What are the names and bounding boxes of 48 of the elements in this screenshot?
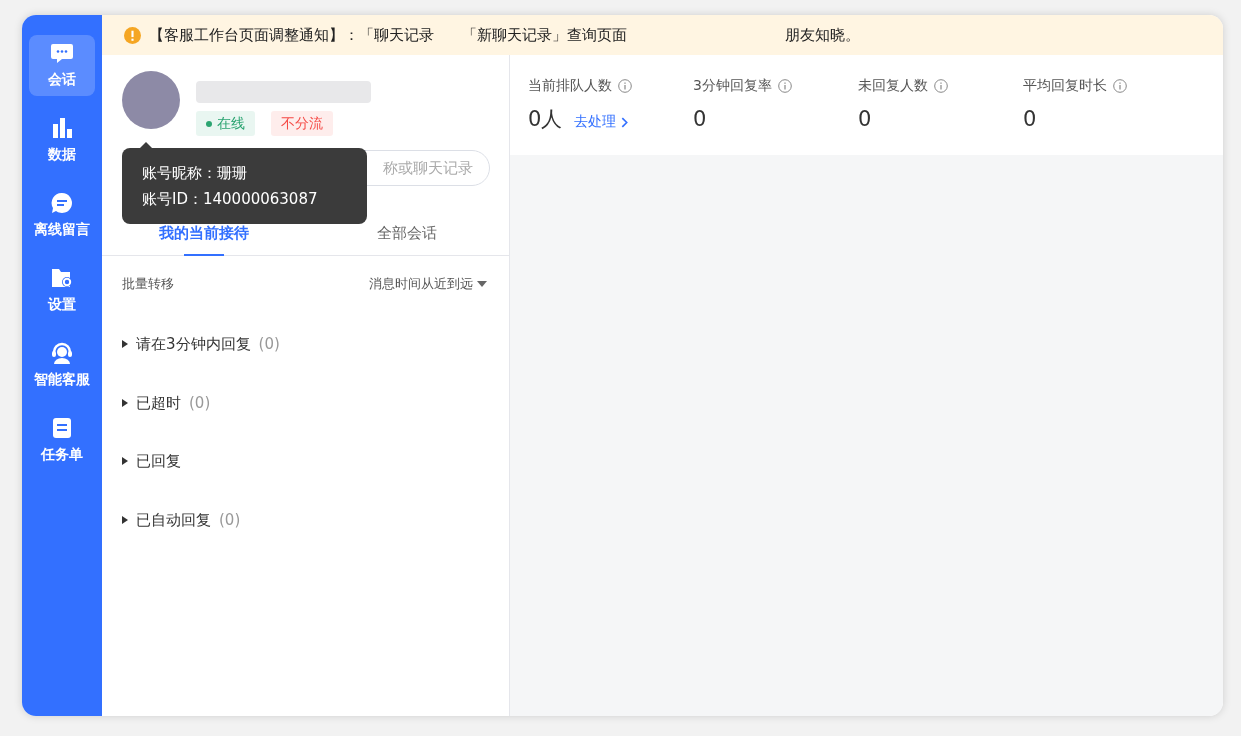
bar-chart-icon <box>50 116 74 140</box>
tooltip-text: 账号ID：140000063087 <box>142 189 319 210</box>
stat-label: 未回复人数 <box>858 76 928 95</box>
info-icon <box>1113 78 1127 93</box>
avatar <box>122 71 180 129</box>
tab[interactable]: 全部会话 <box>305 222 509 255</box>
group-header[interactable]: 请在3分钟内回复 (0) <box>102 333 509 356</box>
sidebar-item[interactable]: 离线留言 <box>29 185 95 246</box>
notice-text: 【客服工作台页面调整通知】：「聊天记录 <box>149 24 434 46</box>
sidebar-item[interactable]: 数据 <box>29 110 95 171</box>
tab[interactable]: 我的当前接待 <box>102 222 306 255</box>
stat-value: 0 <box>693 106 707 133</box>
stat-label: 当前排队人数 <box>528 76 612 95</box>
caret-icon <box>122 398 128 407</box>
stat-label: 3分钟回复率 <box>693 76 772 95</box>
sidebar-item[interactable]: 任务单 <box>29 410 95 471</box>
folder-gear-icon <box>50 266 74 290</box>
info-icon <box>618 78 632 93</box>
sort-dropdown[interactable]: 消息时间从近到远 <box>368 273 487 293</box>
batch-transfer-link[interactable]: 批量转移 <box>122 273 174 293</box>
stat-label: 平均回复时长 <box>1023 76 1107 95</box>
message-icon <box>50 191 74 215</box>
notice-text: 朋友知晓。 <box>785 24 860 46</box>
stat-value: 0人 <box>528 106 563 133</box>
headset-person-icon <box>50 341 74 365</box>
status-badge: 在线 <box>196 111 255 136</box>
group-header[interactable]: 已回复 <box>102 450 509 473</box>
chevron-right-icon <box>620 116 628 128</box>
caret-icon <box>122 457 128 466</box>
status-badge: 不分流 <box>271 111 333 136</box>
warning-icon <box>124 26 141 44</box>
notice-text: 「新聊天记录」查询页面 <box>462 24 627 46</box>
process-link[interactable]: 去处理 <box>574 111 628 132</box>
chat-bubble-icon <box>50 41 74 65</box>
sidebar-item[interactable]: 设置 <box>29 260 95 321</box>
document-icon <box>50 416 74 440</box>
info-icon <box>777 78 792 93</box>
caret-icon <box>122 340 128 349</box>
caret-icon <box>477 281 487 287</box>
stat-value: 0 <box>858 106 872 133</box>
info-icon <box>934 78 948 93</box>
caret-icon <box>122 515 128 524</box>
stat-value: 0 <box>1023 106 1037 133</box>
group-header[interactable]: 已自动回复 (0) <box>102 508 509 531</box>
sidebar-item[interactable]: 智能客服 <box>29 335 95 396</box>
sidebar-item[interactable]: 会话 <box>29 35 95 96</box>
group-header[interactable]: 已超时 (0) <box>102 391 509 414</box>
tooltip-text: 账号昵称：珊珊 <box>142 163 248 184</box>
